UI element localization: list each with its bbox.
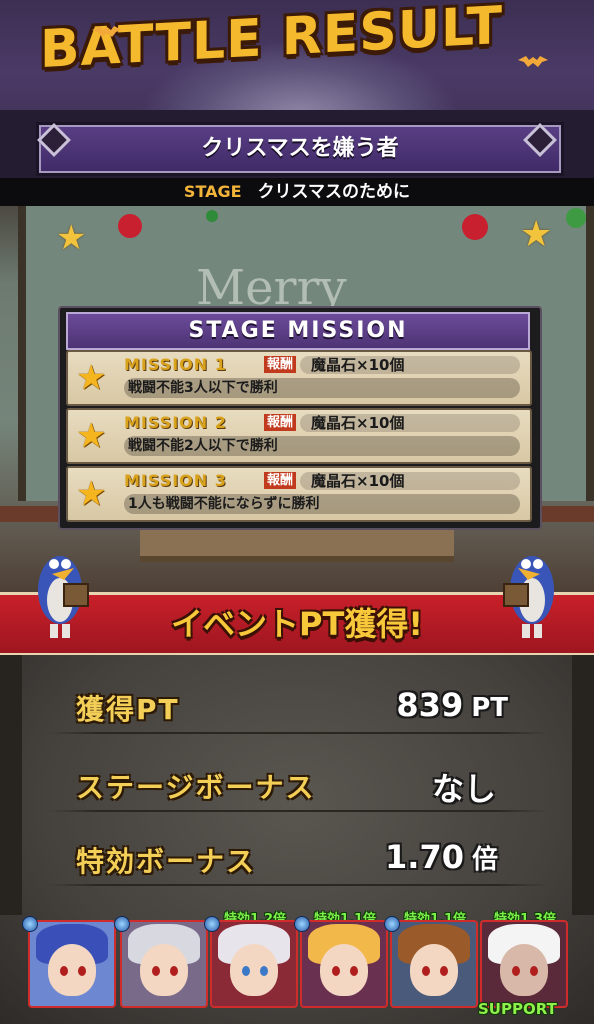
gem-icon (384, 916, 400, 932)
character-portrait (480, 920, 568, 1008)
prinny-mascot-icon (503, 556, 554, 638)
face (410, 944, 458, 996)
eye (440, 966, 448, 976)
gem-icon (114, 916, 130, 932)
support-label: SUPPORT (478, 1000, 557, 1018)
star-ornament-icon: ★ (56, 218, 87, 258)
reward-badge: 報酬 (264, 472, 297, 489)
character-portrait (120, 920, 208, 1008)
face (320, 944, 368, 996)
face (48, 944, 96, 996)
stage-mission-heading: STAGE MISSION (66, 312, 530, 350)
results-frame-right (572, 655, 594, 915)
eye (60, 966, 68, 976)
stage-bonus-label: ステージボーナス (76, 771, 316, 804)
divider (48, 884, 548, 886)
mission-reward: 魔晶石×10個 (311, 414, 405, 432)
character-portrait (300, 920, 388, 1008)
points-value-group: 839 PT (396, 686, 508, 724)
gem-icon (22, 916, 38, 932)
reward-badge: 報酬 (264, 414, 297, 431)
star-icon: ★ (76, 416, 107, 456)
face (230, 944, 278, 996)
stage-bonus-value: なし (431, 770, 496, 808)
eye (332, 966, 340, 976)
divider (48, 732, 548, 734)
eye (170, 966, 178, 976)
star-icon: ★ (76, 358, 107, 398)
party-roster: 特効1.2倍 特効1.1倍 特効1.1倍 特効1.3倍 (22, 912, 568, 1024)
gem-icon (294, 916, 310, 932)
eye (242, 966, 250, 976)
mission-name: MISSION 2 (124, 413, 227, 432)
party-member[interactable]: 特効1.2倍 (204, 912, 298, 1008)
green-bauble-icon (566, 208, 586, 228)
mission-reward: 魔晶石×10個 (311, 356, 405, 374)
gem-icon (204, 916, 220, 932)
star-icon: ★ (76, 474, 107, 514)
mission-reward: 魔晶石×10個 (311, 472, 405, 490)
mission-row: ★ MISSION 3 報酬 魔晶石×10個 1人も戦闘不能にならずに勝利 (66, 466, 532, 522)
face (140, 944, 188, 996)
eye (350, 966, 358, 976)
party-member-support[interactable]: 特効1.3倍 (480, 912, 568, 1008)
party-member[interactable]: 特効1.1倍 (294, 912, 388, 1008)
stage-label: STAGE (183, 182, 242, 201)
points-value: 839 (396, 686, 464, 724)
points-unit: PT (471, 693, 508, 723)
eye (530, 966, 538, 976)
mission-condition: 戦闘不能2人以下で勝利 (124, 436, 520, 456)
opponent-name-plate: クリスマスを嫌う者 (36, 122, 564, 176)
special-bonus-label: 特効ボーナス (76, 845, 257, 878)
bat-icon (518, 56, 548, 67)
mission-row: ★ MISSION 2 報酬 魔晶石×10個 戦闘不能2人以下で勝利 (66, 408, 532, 464)
mission-name: MISSION 3 (124, 471, 227, 490)
mission-condition: 1人も戦闘不能にならずに勝利 (124, 494, 520, 514)
points-row: 獲得PT 839 PT (48, 680, 548, 740)
star-ornament-icon: ★ (520, 214, 553, 255)
stage-name: クリスマスのために (257, 182, 411, 202)
points-label: 獲得PT (76, 693, 180, 726)
character-portrait (390, 920, 478, 1008)
stage-bar: STAGE クリスマスのために (0, 178, 594, 206)
party-member[interactable]: 特効1.1倍 (384, 912, 478, 1008)
special-bonus-row: 特効ボーナス 1.70 倍 (48, 832, 548, 892)
character-portrait (210, 920, 298, 1008)
eye (422, 966, 430, 976)
bat-icon (92, 26, 122, 37)
divider (48, 810, 548, 812)
mission-condition: 戦闘不能3人以下で勝利 (124, 378, 520, 398)
teacher-desk (140, 528, 454, 562)
special-bonus-unit: 倍 (471, 845, 498, 875)
party-member[interactable] (114, 916, 208, 1008)
mission-name: MISSION 1 (124, 355, 227, 374)
mission-row: ★ MISSION 1 報酬 魔晶石×10個 戦闘不能3人以下で勝利 (66, 350, 532, 406)
eye (260, 966, 268, 976)
prinny-mascot-icon (38, 556, 89, 638)
stage-bonus-row: ステージボーナス なし (48, 758, 548, 818)
party-member[interactable] (22, 916, 116, 1008)
character-portrait (28, 920, 116, 1008)
green-bauble-icon (206, 210, 218, 222)
results-frame-left (0, 655, 22, 915)
special-bonus-value: 1.70 (385, 838, 464, 876)
red-bauble-icon (462, 214, 488, 240)
eye (152, 966, 160, 976)
reward-badge: 報酬 (264, 356, 297, 373)
eye (512, 966, 520, 976)
face (500, 944, 548, 996)
red-bauble-icon (118, 214, 142, 238)
special-bonus-value-group: 1.70 倍 (385, 838, 498, 876)
eye (78, 966, 86, 976)
